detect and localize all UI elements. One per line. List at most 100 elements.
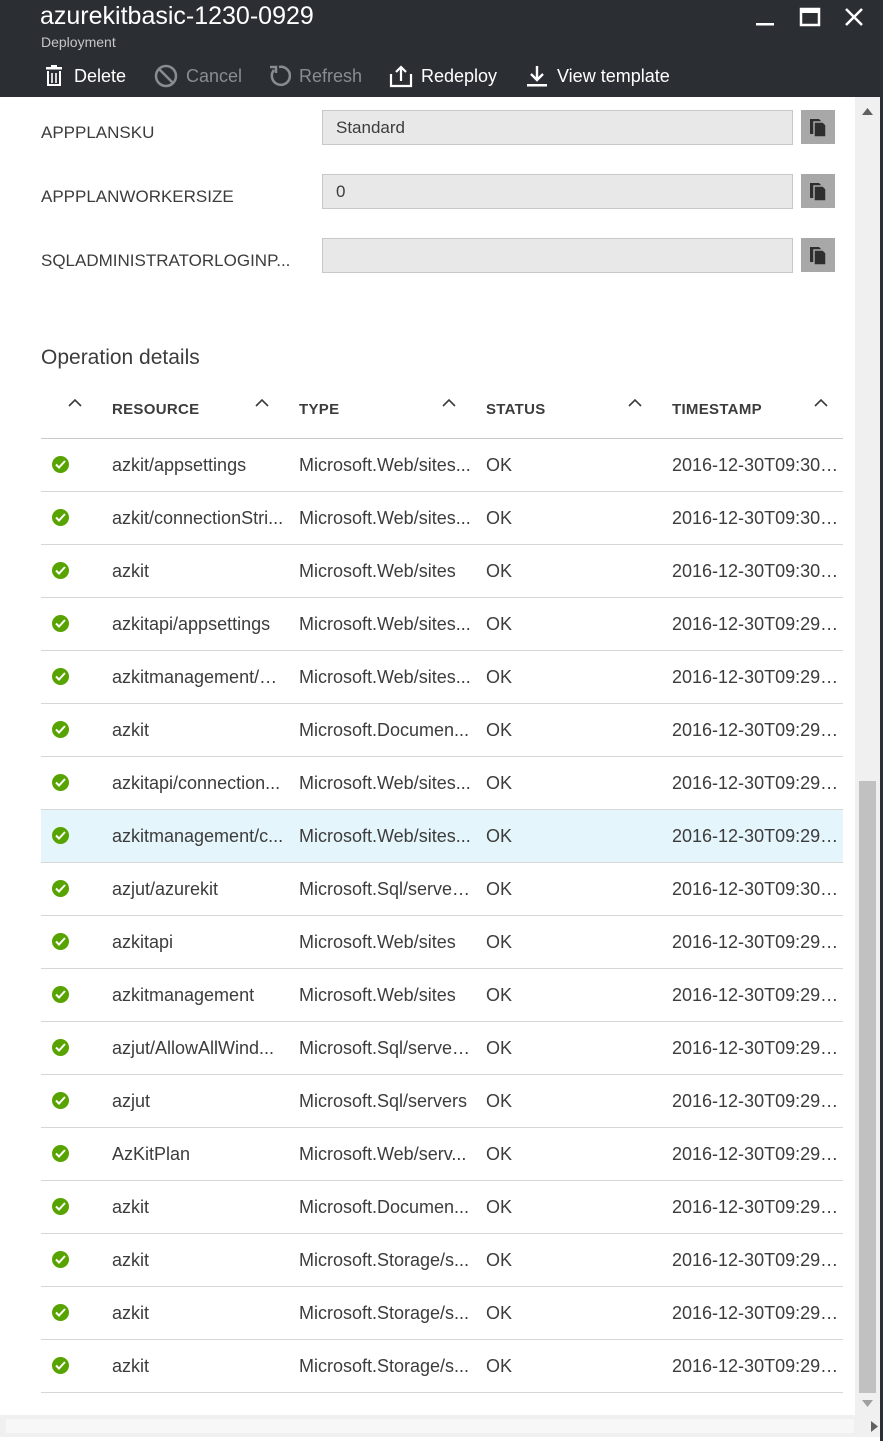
parameter-value-field[interactable] <box>322 174 793 209</box>
timestamp-cell: 2016-12-30T09:30:0... <box>672 561 843 581</box>
view-template-button[interactable]: View template <box>525 58 670 94</box>
upload-icon <box>389 64 413 88</box>
table-row[interactable]: azkitapi Microsoft.Web/sites OK 2016-12-30T… <box>41 916 843 969</box>
table-row[interactable]: azkitapi/connection... Microsoft.Web/site… <box>41 757 843 810</box>
table-row[interactable]: azkit Microsoft.Storage/s... OK 2016-12-30T… <box>41 1234 843 1287</box>
type-cell: Microsoft.Documen... <box>299 720 470 740</box>
table-row[interactable]: azkit/connectionStri... Microsoft.Web/sit… <box>41 492 843 545</box>
chevron-up-icon <box>442 398 456 407</box>
status-cell: OK <box>486 985 513 1005</box>
table-row[interactable]: azkit/appsettings Microsoft.Web/sites... O… <box>41 439 843 492</box>
table-row[interactable]: azkitapi/appsettings Microsoft.Web/sites.… <box>41 598 843 651</box>
type-cell: Microsoft.Storage/s... <box>299 1356 470 1376</box>
parameter-label: APPPLANSKU <box>41 123 155 142</box>
parameter-value-field[interactable] <box>322 238 793 273</box>
table-row[interactable]: azkit Microsoft.Documen... OK 2016-12-30T09… <box>41 704 843 757</box>
scroll-down-icon[interactable] <box>861 1397 874 1410</box>
check-circle-icon <box>52 827 69 844</box>
sort-status-button[interactable] <box>625 395 645 409</box>
refresh-icon <box>267 64 291 88</box>
check-circle-icon <box>52 1251 69 1268</box>
horizontal-scroll-thumb[interactable] <box>6 1419 854 1433</box>
copy-button[interactable] <box>801 174 835 208</box>
blade-header: azurekitbasic-1230-0929 Deployment Delet… <box>0 0 883 97</box>
timestamp-cell: 2016-12-30T09:29:4... <box>672 667 843 687</box>
check-circle-icon <box>52 562 69 579</box>
type-cell: Microsoft.Web/sites... <box>299 826 471 846</box>
maximize-button[interactable] <box>795 4 825 30</box>
parameter-value-field[interactable] <box>322 110 793 145</box>
status-cell: OK <box>486 932 513 952</box>
status-cell: OK <box>486 455 513 475</box>
copy-button[interactable] <box>801 238 835 272</box>
table-row[interactable]: azjut/AllowAllWind... Microsoft.Sql/serve… <box>41 1022 843 1075</box>
horizontal-scrollbar[interactable] <box>0 1415 883 1437</box>
sort-type-button[interactable] <box>439 395 459 409</box>
delete-button[interactable]: Delete <box>42 58 126 94</box>
sort-resource-button[interactable] <box>252 395 272 409</box>
check-circle-icon <box>52 615 69 632</box>
refresh-button[interactable]: Refresh <box>267 58 362 94</box>
type-cell: Microsoft.Web/serv... <box>299 1144 467 1164</box>
table-row[interactable]: azkitmanagement/a... Microsoft.Web/sites.… <box>41 651 843 704</box>
copy-icon <box>810 119 827 138</box>
sort-timestamp-button[interactable] <box>811 395 831 409</box>
table-row[interactable]: AzKitPlan Microsoft.Web/serv... OK 2016-12-… <box>41 1128 843 1181</box>
check-circle-icon <box>52 1092 69 1109</box>
status-cell: OK <box>486 561 513 581</box>
timestamp-cell: 2016-12-30T09:29:2... <box>672 1250 843 1270</box>
type-cell: Microsoft.Documen... <box>299 1197 470 1217</box>
resource-cell: azkitmanagement/c... <box>112 826 284 846</box>
close-button[interactable] <box>839 4 869 30</box>
timestamp-cell: 2016-12-30T09:29:2... <box>672 826 843 846</box>
type-cell: Microsoft.Storage/s... <box>299 1303 470 1323</box>
table-row[interactable]: azkit Microsoft.Web/sites OK 2016-12-30T09:… <box>41 545 843 598</box>
status-cell: OK <box>486 1250 513 1270</box>
column-header-resource[interactable]: RESOURCE <box>112 401 199 418</box>
column-header-type[interactable]: TYPE <box>299 401 339 418</box>
minimize-button[interactable] <box>750 4 780 30</box>
maximize-icon <box>799 7 821 27</box>
delete-label: Delete <box>74 65 127 86</box>
vertical-scrollbar[interactable] <box>855 97 880 1415</box>
status-cell: OK <box>486 1091 513 1111</box>
operation-details-title: Operation details <box>41 346 200 369</box>
status-cell: OK <box>486 1356 513 1376</box>
type-cell: Microsoft.Web/sites... <box>299 773 471 793</box>
status-cell: OK <box>486 1303 513 1323</box>
sort-status-icon-column[interactable] <box>65 395 85 409</box>
table-row[interactable]: azkitmanagement/c... Microsoft.Web/sites.… <box>41 810 843 863</box>
resource-cell: azjut/AllowAllWind... <box>112 1038 275 1058</box>
table-row[interactable]: azkit Microsoft.Storage/s... OK 2016-12-30T… <box>41 1287 843 1340</box>
type-cell: Microsoft.Sql/server... <box>299 1038 471 1058</box>
cancel-icon <box>154 64 178 88</box>
resource-cell: azkitmanagement/a... <box>112 667 284 687</box>
check-circle-icon <box>52 774 69 791</box>
timestamp-cell: 2016-12-30T09:29:2... <box>672 1144 843 1164</box>
resource-cell: azkit <box>112 1303 150 1323</box>
table-row[interactable]: azkit Microsoft.Storage/s... OK 2016-12-30T… <box>41 1340 843 1393</box>
cancel-button[interactable]: Cancel <box>154 58 242 94</box>
timestamp-cell: 2016-12-30T09:29:2... <box>672 932 843 952</box>
table-row[interactable]: azkit Microsoft.Documen... OK 2016-12-30T09… <box>41 1181 843 1234</box>
redeploy-button[interactable]: Redeploy <box>389 58 497 94</box>
resource-cell: azkit <box>112 720 150 740</box>
table-row[interactable]: azjut/azurekit Microsoft.Sql/server... OK 2… <box>41 863 843 916</box>
column-header-status[interactable]: STATUS <box>486 401 546 418</box>
scroll-up-icon[interactable] <box>861 105 874 118</box>
timestamp-cell: 2016-12-30T09:29:2... <box>672 1038 843 1058</box>
column-header-timestamp[interactable]: TIMESTAMP <box>672 401 762 418</box>
table-row[interactable]: azkitmanagement Microsoft.Web/sites OK 2016… <box>41 969 843 1022</box>
type-cell: Microsoft.Web/sites... <box>299 455 471 475</box>
status-cell: OK <box>486 1038 513 1058</box>
copy-button[interactable] <box>801 110 835 144</box>
timestamp-cell: 2016-12-30T09:30:0... <box>672 455 843 475</box>
vertical-scroll-thumb[interactable] <box>859 781 876 1393</box>
table-row[interactable]: azjut Microsoft.Sql/servers OK 2016-12-30T0… <box>41 1075 843 1128</box>
check-circle-icon <box>52 1198 69 1215</box>
parameter-row: SQLADMINISTRATORLOGINP... <box>3 238 855 278</box>
chevron-up-icon <box>814 398 828 407</box>
resource-cell: azjut <box>112 1091 151 1111</box>
resource-cell: azkit <box>112 1197 150 1217</box>
type-cell: Microsoft.Web/sites... <box>299 614 471 634</box>
